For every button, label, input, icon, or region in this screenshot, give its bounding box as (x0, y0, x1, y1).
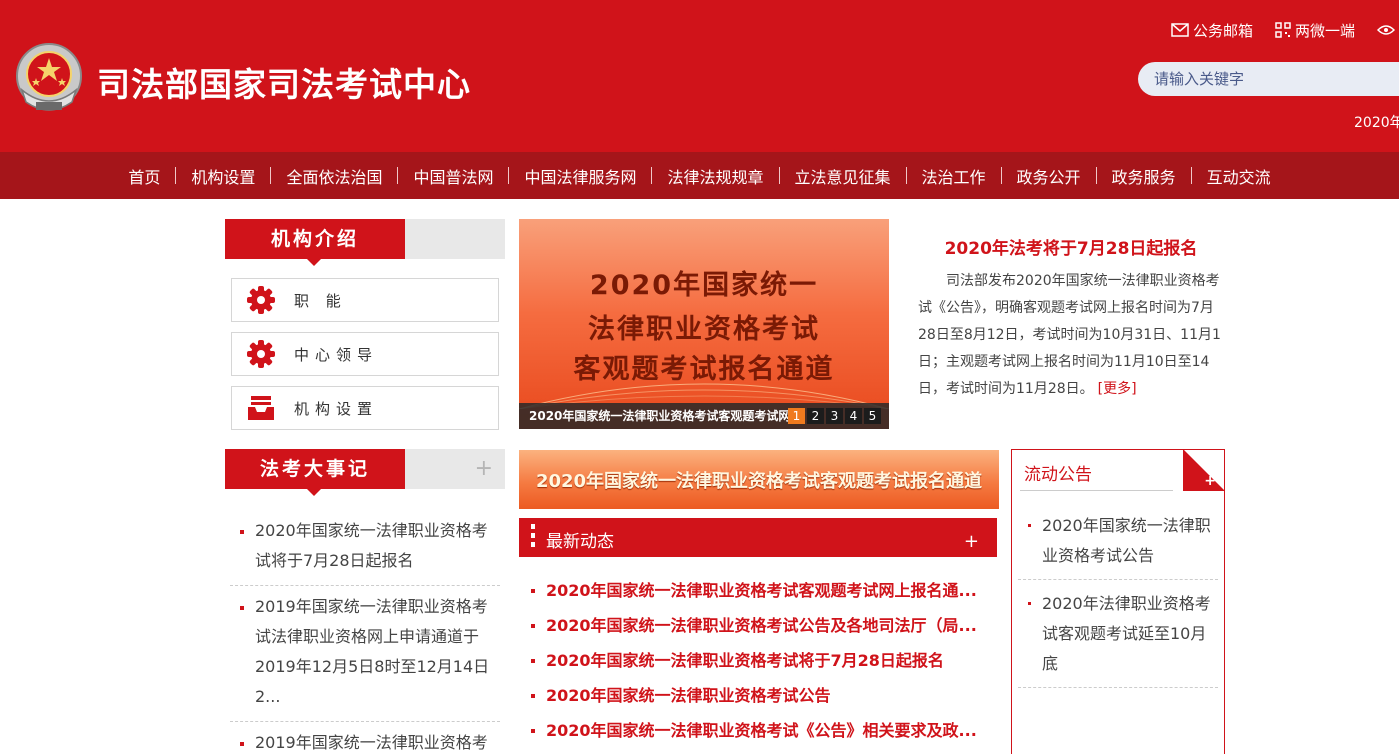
nav-item-legal-work[interactable]: 法治工作 (907, 164, 1001, 188)
events-more-button[interactable]: + (475, 456, 493, 481)
search-box (1138, 62, 1399, 96)
news-header-decoration (531, 524, 535, 551)
gear-icon (247, 340, 275, 368)
eye-icon (1377, 25, 1395, 35)
list-item[interactable]: 2020年国家统一法律职业资格考试将于7月28日起报名 (230, 510, 500, 586)
carousel-caption-bar: 2020年国家统一法律职业资格考试客观题考试网 1 2 3 4 5 (519, 403, 889, 429)
list-item[interactable]: 2020年国家统一法律职业资格考试公告 (527, 682, 987, 717)
intro-item-organization[interactable]: 机构设置 (231, 386, 499, 430)
site-header: 司法部国家司法考试中心 公务邮箱 两微一端 请输入关键字 2020年 (0, 0, 1399, 152)
headline-text: 司法部发布2020年国家统一法律职业资格考试《公告》，明确客观题考试网上报名时间… (918, 273, 1221, 397)
carousel-dot[interactable]: 3 (826, 408, 843, 424)
carousel-pager: 1 2 3 4 5 (788, 408, 881, 424)
events-list: 2020年国家统一法律职业资格考试将于7月28日起报名 2019年国家统一法律职… (230, 510, 500, 754)
carousel-slide-line: 客观题考试报名通道 (573, 354, 835, 385)
notice-more-button[interactable]: + (1204, 474, 1216, 488)
nav-item-legislation-opinions[interactable]: 立法意见征集 (780, 164, 906, 188)
intro-item-functions[interactable]: 职 能 (231, 278, 499, 322)
weibo-wechat-app-label: 两微一端 (1294, 21, 1355, 40)
intro-item-label: 中心领导 (294, 345, 379, 364)
national-emblem-icon[interactable] (12, 42, 86, 118)
intro-section-title: 机构介绍 (225, 219, 405, 266)
list-item[interactable]: 2020年国家统一法律职业资格考试客观题考试网上报名通... (527, 577, 987, 612)
intro-section-header: 机构介绍 (225, 219, 505, 266)
notice-panel: 流动公告 + 2020年国家统一法律职业资格考试公告 2020年法律职业资格考试… (1011, 449, 1225, 754)
list-item[interactable]: 2020年国家统一法律职业资格考试《公告》相关要求及政... (527, 717, 987, 752)
banner-text: 2020年国家统一法律职业资格考试客观题考试报名通道 (535, 471, 983, 492)
list-item[interactable]: 2019年国家统一法律职业资格考 (230, 722, 500, 754)
mail-link-label: 公务邮箱 (1192, 21, 1253, 40)
list-item[interactable]: 2019年国家统一法律职业资格考试法律职业资格网上申请通道于2019年12月5日… (230, 586, 500, 722)
carousel-dot[interactable]: 2 (807, 408, 824, 424)
list-item[interactable]: 2020年国家统一法律职业资格考试公告及各地司法厅（局... (527, 612, 987, 647)
nav-item-home[interactable]: 首页 (113, 164, 175, 188)
mail-link[interactable]: 公务邮箱 (1171, 20, 1253, 41)
events-section-header: 法考大事记 + (225, 449, 505, 496)
accessibility-link[interactable] (1377, 24, 1399, 36)
carousel-dot[interactable]: 1 (788, 408, 805, 424)
nav-item-organization[interactable]: 机构设置 (176, 164, 270, 188)
mail-icon (1171, 23, 1189, 37)
notice-divider (1020, 490, 1173, 491)
events-section-title: 法考大事记 (225, 449, 405, 496)
nav-item-legal-services[interactable]: 中国法律服务网 (509, 164, 651, 188)
intro-item-label: 职 能 (294, 291, 347, 310)
inbox-icon (248, 396, 274, 420)
weibo-wechat-app-link[interactable]: 两微一端 (1275, 20, 1355, 41)
news-section-header: 最新动态 + (519, 518, 997, 557)
notice-list: 2020年国家统一法律职业资格考试公告 2020年法律职业资格考试客观题考试延至… (1018, 508, 1218, 688)
gear-icon (247, 286, 275, 314)
carousel-slide-line: 法律职业资格考试 (588, 314, 820, 345)
nav-item-government-affairs[interactable]: 政务公开 (1002, 164, 1096, 188)
list-item[interactable]: 2020年国家统一法律职业资格考试公告 (1018, 508, 1218, 580)
more-link[interactable]: [更多] (1098, 381, 1137, 397)
top-links: 公务邮箱 两微一端 (1171, 18, 1399, 42)
carousel-slide-line: 2020年国家统一 (589, 270, 819, 301)
site-title: 司法部国家司法考试中心 (97, 65, 471, 104)
list-item[interactable]: 2020年国家统一法律职业资格考试将于7月28日起报名 (527, 647, 987, 682)
intro-item-leadership[interactable]: 中心领导 (231, 332, 499, 376)
list-item[interactable]: 2020年法律职业资格考试客观题考试延至10月底 (1018, 586, 1218, 688)
news-section-title: 最新动态 (546, 532, 614, 552)
news-list: 2020年国家统一法律职业资格考试客观题考试网上报名通... 2020年国家统一… (527, 577, 987, 752)
nav-item-laws-regulations[interactable]: 法律法规规章 (652, 164, 778, 188)
nav-item-legal-education[interactable]: 中国普法网 (398, 164, 508, 188)
intro-item-label: 机构设置 (294, 399, 379, 418)
registration-banner[interactable]: 2020年国家统一法律职业资格考试客观题考试报名通道 (519, 450, 999, 509)
nav-item-rule-of-law[interactable]: 全面依法治国 (271, 164, 397, 188)
nav-item-interaction[interactable]: 互动交流 (1192, 164, 1286, 188)
header-date: 2020年 (1354, 115, 1399, 131)
carousel-dot[interactable]: 5 (864, 408, 881, 424)
headline-title[interactable]: 2020年法考将于7月28日起报名 (918, 234, 1224, 259)
search-input[interactable] (1138, 62, 1399, 96)
carousel-caption[interactable]: 2020年国家统一法律职业资格考试客观题考试网 (529, 407, 791, 424)
carousel-dot[interactable]: 4 (845, 408, 862, 424)
image-carousel[interactable]: 2020年国家统一 法律职业资格考试 客观题考试报名通道 2020年国家统一法律… (519, 219, 889, 429)
nav-item-government-services[interactable]: 政务服务 (1097, 164, 1191, 188)
qrcode-icon (1275, 22, 1291, 38)
news-more-button[interactable]: + (964, 533, 979, 551)
main-nav: 首页 机构设置 全面依法治国 中国普法网 中国法律服务网 法律法规规章 立法意见… (0, 152, 1399, 199)
headline-body: 司法部发布2020年国家统一法律职业资格考试《公告》，明确客观题考试网上报名时间… (918, 268, 1228, 403)
notice-title: 流动公告 (1024, 465, 1092, 485)
